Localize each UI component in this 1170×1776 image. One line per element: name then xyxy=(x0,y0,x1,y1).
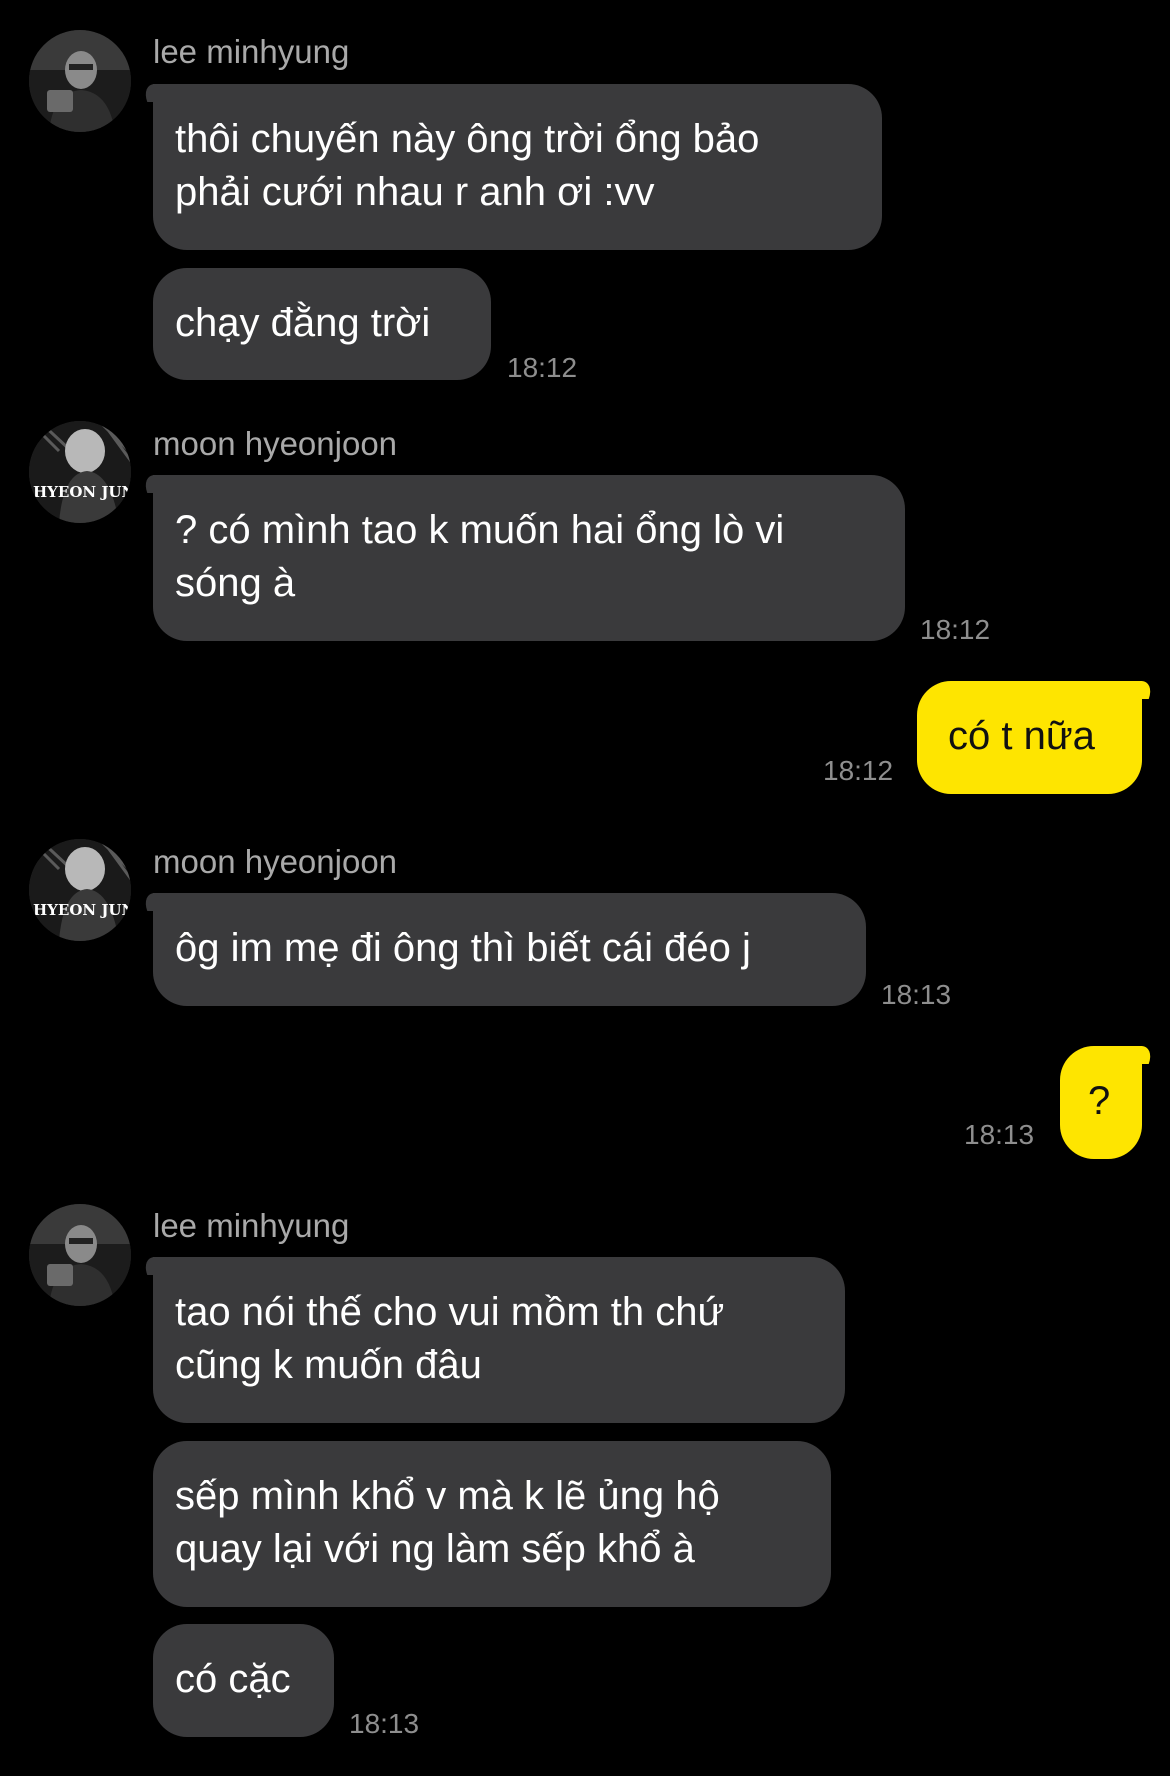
outgoing-message-bubble[interactable]: có t nữa xyxy=(917,681,1142,794)
sender-name: lee minhyung xyxy=(153,33,350,70)
avatar-caption: HYEON JUN xyxy=(33,483,131,501)
message-timestamp: 18:13 xyxy=(349,1708,420,1739)
incoming-message-bubble[interactable]: sếp mình khổ v mà k lẽ ủng hộ quay lại v… xyxy=(153,1441,831,1607)
outgoing-message-bubble[interactable]: ? xyxy=(1060,1046,1142,1159)
message-timestamp: 18:13 xyxy=(881,979,952,1010)
message-timestamp: 18:13 xyxy=(964,1119,1035,1150)
incoming-message-bubble[interactable]: thôi chuyến này ông trời ổng bảo phải cư… xyxy=(153,84,882,250)
sender-name: moon hyeonjoon xyxy=(153,425,398,462)
incoming-message-bubble[interactable]: ? có mình tao k muốn hai ổng lò vi sóng … xyxy=(153,475,905,641)
avatar-lee-minhyung[interactable] xyxy=(29,30,131,132)
incoming-message-bubble[interactable]: tao nói thế cho vui mồm th chứ cũng k mu… xyxy=(153,1257,845,1423)
avatar-moon-hyeonjoon[interactable]: HYEON JUN xyxy=(29,421,131,523)
sender-name: lee minhyung xyxy=(153,1207,350,1244)
incoming-message-bubble[interactable]: chạy đằng trời xyxy=(153,268,491,380)
avatar-moon-hyeonjoon[interactable]: HYEON JUN xyxy=(29,839,131,941)
sender-name: moon hyeonjoon xyxy=(153,843,398,880)
incoming-message-bubble[interactable]: ôg im mẹ đi ông thì biết cái đéo j xyxy=(153,893,866,1006)
incoming-message-bubble[interactable]: có cặc xyxy=(153,1624,334,1737)
message-timestamp: 18:12 xyxy=(507,352,578,383)
avatar-caption: HYEON JUN xyxy=(33,901,131,919)
avatar-lee-minhyung[interactable] xyxy=(29,1204,131,1306)
message-timestamp: 18:12 xyxy=(823,755,894,786)
message-timestamp: 18:12 xyxy=(920,614,991,645)
